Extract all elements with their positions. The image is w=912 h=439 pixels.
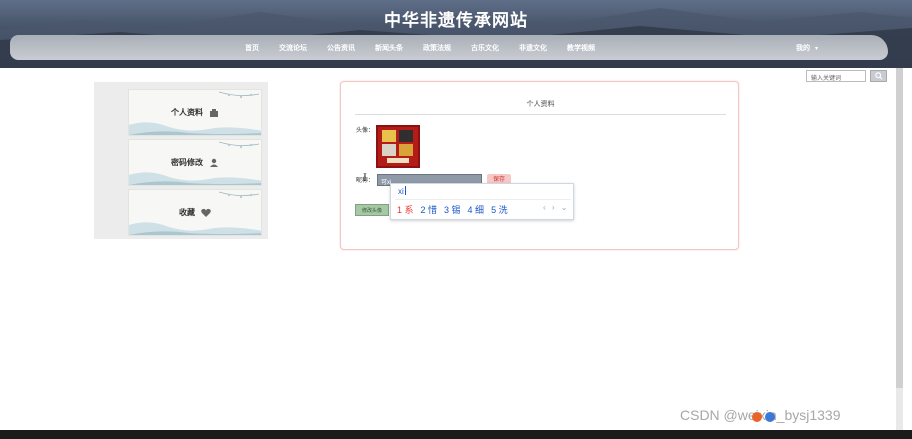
ime-candidate[interactable]: 2 惜 [421, 203, 438, 216]
nav-item[interactable]: 新闻头条 [365, 43, 413, 53]
text-cursor-icon: I [363, 173, 367, 184]
wave-decoration [129, 122, 261, 135]
site-header: 中华非遗传承网站 首页 交流论坛 公告资讯 新闻头条 政策法规 古乐文化 非遗文化 教学视频 … [0, 0, 912, 68]
ime-candidate-list: 1 系 2 惜 3 锡 4 细 5 洗 [397, 203, 508, 216]
ime-candidate[interactable]: 3 锡 [444, 203, 461, 216]
avatar-label: 头像： [356, 128, 375, 134]
ime-page-nav[interactable]: ‹ › ⌄ [543, 203, 569, 212]
search-button[interactable] [870, 70, 887, 82]
nav-item[interactable]: 教学视频 [557, 43, 605, 53]
sidebar-item-favorites[interactable]: 收藏 [128, 189, 262, 236]
branch-decoration [219, 141, 259, 149]
ime-candidate-window[interactable]: xi 1 系 2 惜 3 锡 4 细 5 洗 ‹ › ⌄ [390, 183, 574, 220]
nav-item[interactable]: 非遗文化 [509, 43, 557, 53]
nav-user-menu[interactable]: 我的 ▾ [796, 43, 818, 53]
branch-decoration [219, 191, 259, 199]
sidebar: 个人资料 密码修改 收藏 [94, 82, 268, 239]
upload-avatar-button[interactable]: 修改头像 [355, 204, 389, 216]
nav-item[interactable]: 公告资讯 [317, 43, 365, 53]
nav-item[interactable]: 古乐文化 [461, 43, 509, 53]
ime-candidate[interactable]: 5 洗 [491, 203, 508, 216]
chevron-down-icon: ▾ [815, 46, 819, 52]
nav-item[interactable]: 首页 [235, 43, 269, 53]
profile-panel: 个人资料 头像： 昵称： 可xi 保存 修改头像 [340, 81, 739, 250]
divider [355, 114, 726, 115]
taskbar [0, 430, 912, 439]
site-title: 中华非遗传承网站 [384, 11, 528, 31]
tray-icons [752, 412, 775, 422]
main-navbar: 首页 交流论坛 公告资讯 新闻头条 政策法规 古乐文化 非遗文化 教学视频 我的 ▾ [10, 35, 888, 60]
panel-title: 个人资料 [526, 101, 555, 108]
ime-caret [404, 186, 406, 195]
tray-app-icon [752, 412, 762, 422]
search-icon [874, 72, 883, 80]
nav-user-label: 我的 [796, 45, 810, 52]
ime-candidate[interactable]: 1 系 [397, 203, 414, 216]
avatar [376, 125, 420, 168]
ime-composition-text: xi [398, 187, 404, 196]
avatar-image-icon [382, 130, 413, 163]
divider [395, 199, 571, 200]
nav-item[interactable]: 交流论坛 [269, 43, 317, 53]
scrollbar-thumb[interactable] [896, 68, 903, 388]
tray-app-icon [765, 412, 775, 422]
search-input[interactable]: 输入关键词 [806, 70, 866, 82]
ime-candidate[interactable]: 4 细 [468, 203, 485, 216]
wave-decoration [129, 172, 261, 185]
branch-decoration [219, 91, 259, 99]
wave-decoration [129, 222, 261, 235]
ime-composition: xi [398, 186, 406, 196]
nav-item[interactable]: 政策法规 [413, 43, 461, 53]
sidebar-item-password[interactable]: 密码修改 [128, 139, 262, 186]
sidebar-item-profile[interactable]: 个人资料 [128, 89, 262, 136]
